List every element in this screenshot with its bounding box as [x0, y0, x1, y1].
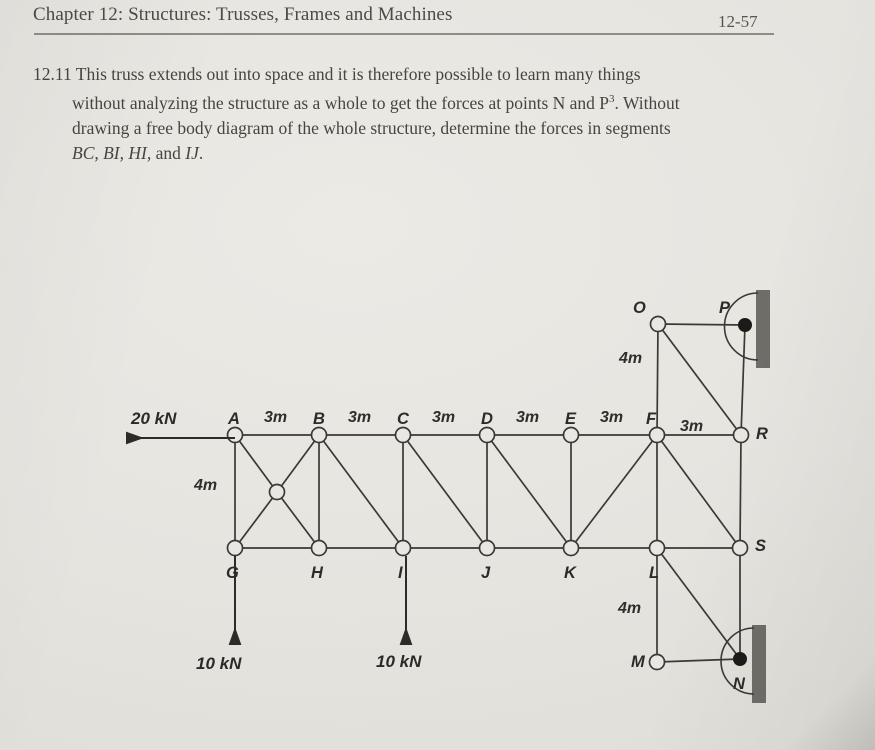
truss-joints	[226, 315, 750, 671]
support-wall-N	[752, 625, 766, 703]
joint-K	[562, 539, 580, 557]
joint-I	[394, 539, 412, 557]
dimension-label-CD: 3m	[432, 409, 456, 426]
dimension-label-EF: 3m	[600, 409, 624, 426]
joint-X	[268, 483, 286, 501]
joint-C	[394, 426, 412, 444]
joint-R	[732, 426, 750, 444]
member-AX	[234, 434, 278, 493]
member-MN	[656, 658, 741, 663]
truss-svg	[126, 290, 770, 703]
joint-label-L: L	[649, 564, 660, 582]
joint-G	[226, 539, 244, 557]
joint-label-G: G	[226, 564, 239, 582]
joint-label-F: F	[646, 410, 657, 428]
joint-label-J: J	[481, 564, 491, 582]
member-FS	[656, 434, 741, 549]
truss-members	[234, 323, 746, 663]
joint-J	[478, 539, 496, 557]
supports	[720, 290, 770, 703]
joint-F	[648, 426, 666, 444]
joint-label-I: I	[398, 564, 403, 582]
joint-label-C: C	[397, 410, 409, 428]
force-label-20kN: 20 kN	[131, 409, 177, 428]
member-PR	[740, 324, 746, 436]
member-OF	[656, 323, 659, 436]
load-arrows	[126, 431, 413, 645]
joint-label-H: H	[311, 564, 323, 582]
joint-label-S: S	[755, 537, 767, 555]
member-KF	[570, 434, 658, 549]
joint-label-K: K	[564, 564, 576, 582]
member-CJ	[402, 434, 488, 549]
joint-label-B: B	[313, 410, 325, 428]
force-label-10kN-G: 10 kN	[196, 654, 242, 673]
joint-label-P: P	[719, 299, 731, 317]
member-XB	[276, 434, 320, 493]
joint-D	[478, 426, 496, 444]
pin-joint-N	[733, 652, 747, 666]
joint-M	[648, 653, 666, 671]
support-wall-P	[756, 290, 770, 368]
dimension-label-BC: 3m	[348, 409, 372, 426]
pin-joints	[733, 318, 752, 666]
dimension-label-AB: 3m	[264, 409, 288, 426]
joint-O	[649, 315, 667, 333]
member-GX	[234, 491, 278, 549]
joint-label-M: M	[631, 653, 645, 671]
dimension-label-FR: 3m	[680, 418, 704, 435]
member-XH	[276, 491, 320, 549]
force-label-10kN-I: 10 kN	[376, 652, 422, 671]
truss-diagram: A B C D E F R G H I J K L S O P M N 3m 3…	[0, 0, 875, 750]
joint-label-A: A	[228, 410, 240, 428]
pin-joint-P	[738, 318, 752, 332]
joint-label-D: D	[481, 410, 493, 428]
dimension-label-AG: 4m	[194, 477, 218, 494]
member-OP	[657, 323, 746, 326]
member-BI	[318, 434, 404, 549]
joint-label-O: O	[633, 299, 646, 317]
joint-label-R: R	[756, 425, 768, 443]
dimension-label-DE: 3m	[516, 409, 540, 426]
joint-B	[310, 426, 328, 444]
joint-A	[226, 426, 244, 444]
joint-E	[562, 426, 580, 444]
member-DK	[486, 434, 572, 549]
joint-label-N: N	[733, 675, 745, 693]
joint-label-E: E	[565, 410, 577, 428]
dimension-label-OF: 4m	[619, 350, 643, 367]
member-RS	[739, 434, 742, 549]
joint-L	[648, 539, 666, 557]
joint-S	[731, 539, 749, 557]
joint-H	[310, 539, 328, 557]
dimension-label-LM: 4m	[618, 600, 642, 617]
